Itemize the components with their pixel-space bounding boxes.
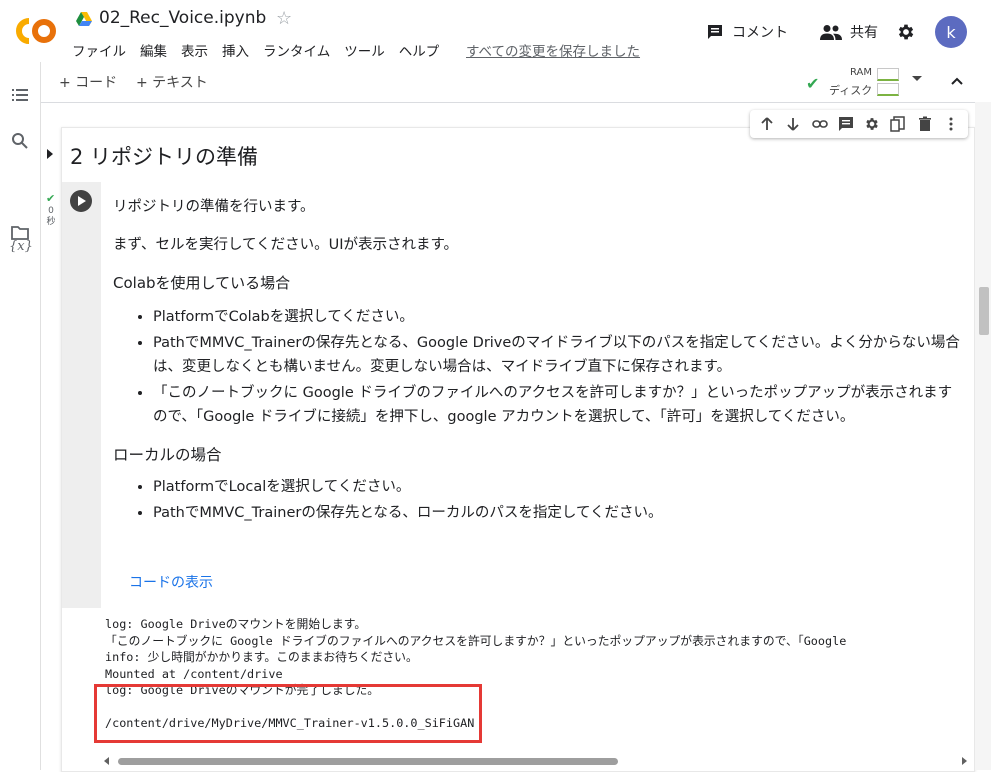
share-button[interactable]: 共有 (820, 22, 878, 42)
menu-bar: ファイル 編集 表示 挿入 ランタイム ツール ヘルプ (72, 40, 453, 60)
comment-button[interactable]: コメント (706, 22, 788, 42)
runtime-dropdown-icon[interactable] (912, 76, 922, 81)
add-text-button[interactable]: + テキスト (136, 72, 208, 92)
delete-icon[interactable] (917, 116, 933, 132)
comment-label: コメント (732, 25, 788, 41)
people-icon (820, 25, 842, 40)
markdown-cell: リポジトリの準備を行います。 まず、セルを実行してください。UIが表示されます。… (113, 195, 965, 539)
execution-time-unit: 秒 (46, 217, 56, 227)
folder-icon[interactable] (11, 224, 29, 242)
comment-icon[interactable] (838, 116, 854, 132)
output-line: log: Google Driveのマウントを開始します。 (105, 617, 367, 631)
ram-label[interactable]: RAM (850, 67, 872, 78)
show-code-link[interactable]: コードの表示 (129, 572, 213, 592)
ram-meter[interactable] (877, 68, 899, 81)
colab-logo[interactable] (14, 14, 58, 48)
output-line: info: 少し時間がかかります。このままお待ちください。 (105, 650, 418, 664)
output-line: Mounted at /content/drive (105, 666, 283, 681)
list-item: 「このノートブックに Google ドライブのファイルへのアクセスを許可しますか… (153, 381, 965, 429)
menu-runtime[interactable]: ランタイム (263, 40, 330, 60)
settings-gear-icon[interactable] (896, 22, 916, 42)
execution-success-icon: ✔ (46, 192, 56, 205)
run-cell-button[interactable] (70, 190, 92, 212)
table-of-contents-icon[interactable] (11, 86, 29, 104)
intro-text: リポジトリの準備を行います。 (113, 199, 315, 215)
disk-meter[interactable] (877, 83, 899, 96)
execution-time: 0 秒 (44, 206, 58, 228)
menu-tools[interactable]: ツール (344, 40, 385, 60)
local-heading: ローカルの場合 (113, 446, 222, 464)
notebook-title[interactable]: 02_Rec_Voice.ipynb (99, 8, 266, 28)
mirror-cell-icon[interactable] (890, 116, 906, 132)
menu-edit[interactable]: 編集 (140, 40, 167, 60)
list-item: PlatformでColabを選択してください。 (153, 305, 965, 329)
share-label: 共有 (850, 25, 878, 41)
output-line: 「このノートブックに Google ドライブのファイルへのアクセスを許可しますか… (105, 633, 847, 648)
menu-help[interactable]: ヘルプ (399, 40, 440, 60)
link-icon[interactable] (811, 116, 828, 132)
cell-toolbar (750, 110, 968, 138)
left-side-rail: {x} (0, 62, 41, 770)
execution-time-value: 0 (48, 206, 54, 216)
star-icon[interactable]: ☆ (276, 8, 292, 29)
arrow-down-icon[interactable] (785, 116, 801, 132)
google-drive-icon[interactable] (76, 12, 92, 26)
local-list: PlatformでLocalを選択してください。 PathでMMVC_Train… (113, 475, 965, 525)
horizontal-scroll-thumb[interactable] (118, 758, 618, 765)
highlight-annotation-box (94, 684, 482, 743)
vertical-scroll-thumb[interactable] (979, 287, 989, 335)
gear-icon[interactable] (864, 116, 880, 132)
cell-gutter (62, 182, 101, 608)
comment-icon (708, 25, 722, 39)
connected-check-icon: ✔ (806, 74, 820, 93)
search-icon[interactable] (11, 132, 29, 150)
vertical-scrollbar[interactable] (975, 102, 991, 770)
disk-label[interactable]: ディスク (829, 82, 872, 98)
list-item: PlatformでLocalを選択してください。 (153, 475, 965, 499)
colab-list: PlatformでColabを選択してください。 PathでMMVC_Train… (113, 305, 965, 429)
save-status-link[interactable]: すべての変更を保存しました (466, 40, 640, 60)
colab-heading: Colabを使用している場合 (113, 274, 291, 292)
account-avatar[interactable]: k (935, 16, 967, 48)
section-heading: 2 リポジトリの準備 (70, 145, 259, 169)
scroll-right-arrow-icon[interactable] (962, 757, 967, 765)
chevron-up-icon[interactable] (950, 74, 964, 88)
menu-insert[interactable]: 挿入 (222, 40, 249, 60)
list-item: PathでMMVC_Trainerの保存先となる、Google Driveのマイ… (153, 331, 965, 379)
arrow-up-icon[interactable] (759, 116, 775, 132)
menu-file[interactable]: ファイル (72, 40, 126, 60)
instruction-text: まず、セルを実行してください。UIが表示されます。 (113, 237, 459, 253)
section-collapse-toggle[interactable] (47, 149, 53, 159)
play-icon (78, 196, 86, 206)
add-code-button[interactable]: + コード (59, 72, 117, 92)
menu-view[interactable]: 表示 (181, 40, 208, 60)
scroll-left-arrow-icon[interactable] (104, 757, 109, 765)
more-vert-icon[interactable] (943, 116, 959, 132)
list-item: PathでMMVC_Trainerの保存先となる、ローカルのパスを指定してくださ… (153, 501, 965, 525)
